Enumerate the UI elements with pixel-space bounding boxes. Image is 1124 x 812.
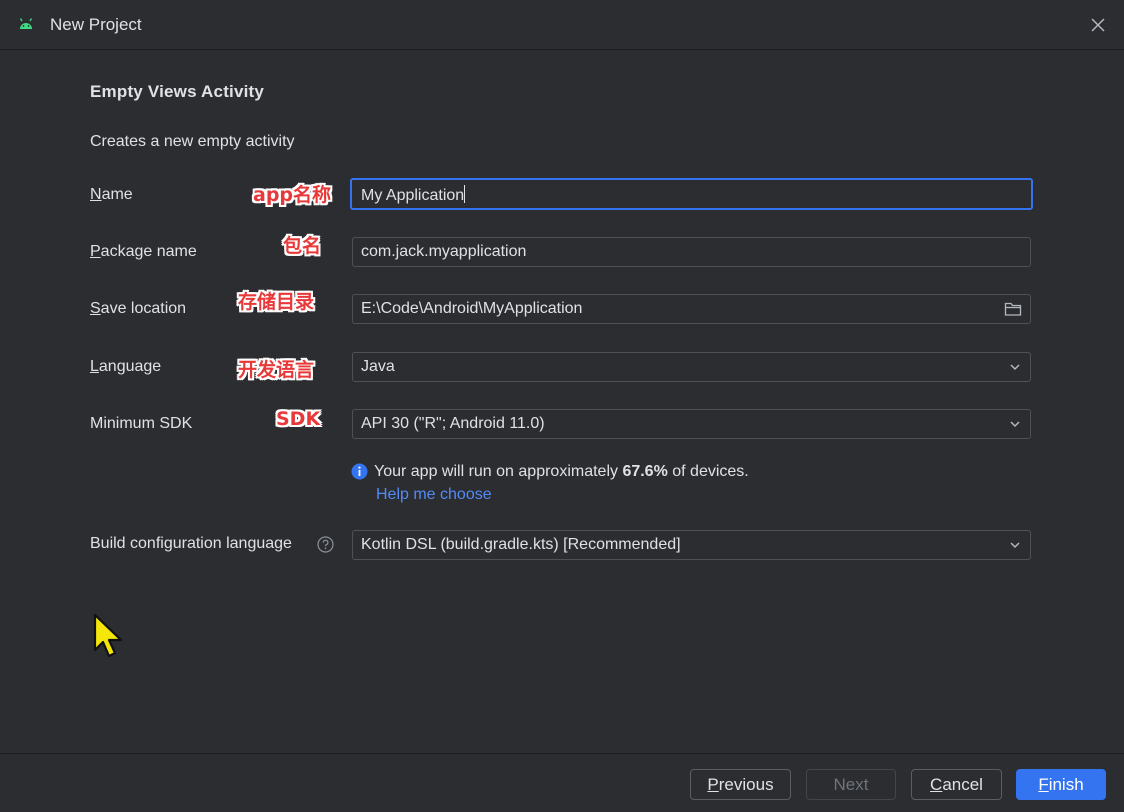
text-caret [464, 185, 466, 203]
build-config-label: Build configuration language [90, 535, 292, 552]
previous-rest: revious [718, 775, 774, 794]
coverage-percent: 67.6% [622, 463, 668, 480]
package-name-value: com.jack.myapplication [361, 243, 527, 260]
package-name-label: Package name [90, 243, 197, 261]
folder-icon[interactable] [1004, 301, 1022, 317]
language-annotation: 开发语言 [238, 359, 315, 381]
save-location-label-mnemonic: S [90, 300, 101, 317]
language-label: Language [90, 358, 161, 376]
coverage-suffix: of devices. [667, 463, 749, 480]
build-config-select[interactable]: Kotlin DSL (build.gradle.kts) [Recommend… [352, 530, 1031, 560]
language-label-mnemonic: L [90, 358, 99, 375]
language-select[interactable]: Java [352, 352, 1031, 382]
package-name-input[interactable]: com.jack.myapplication [352, 237, 1031, 267]
chevron-down-icon [1010, 421, 1020, 428]
title-bar: New Project [0, 0, 1124, 50]
package-label-rest: ackage name [100, 243, 197, 260]
save-location-label: Save location [90, 300, 186, 318]
sdk-annotation: SDK [276, 408, 321, 430]
package-annotation: 包名 [283, 235, 322, 257]
help-me-choose-link[interactable]: Help me choose [376, 486, 492, 504]
package-label-mnemonic: P [90, 243, 101, 260]
cancel-mnemonic: C [930, 775, 943, 794]
help-question-icon[interactable] [317, 536, 334, 553]
info-icon [351, 463, 368, 480]
device-coverage-text: Your app will run on approximately 67.6%… [374, 463, 749, 481]
name-label: Name [90, 186, 133, 204]
window-title: New Project [50, 15, 142, 34]
previous-button[interactable]: Previous [690, 769, 791, 800]
language-label-rest: anguage [98, 358, 162, 375]
save-location-input[interactable]: E:\Code\Android\MyApplication [352, 294, 1031, 324]
page-heading: Empty Views Activity [90, 82, 265, 101]
cancel-button[interactable]: Cancel [911, 769, 1002, 800]
language-value: Java [361, 358, 395, 375]
close-icon[interactable] [1089, 16, 1107, 34]
coverage-prefix: Your app will run on approximately [374, 463, 623, 480]
save-location-value: E:\Code\Android\MyApplication [361, 300, 583, 317]
finish-button[interactable]: Finish [1016, 769, 1106, 800]
next-button[interactable]: Next [806, 769, 896, 800]
android-icon [19, 18, 33, 29]
minimum-sdk-value: API 30 ("R"; Android 11.0) [361, 415, 545, 432]
mouse-pointer-icon [93, 613, 123, 658]
finish-rest: inish [1048, 775, 1084, 794]
name-input-value: My Application [361, 187, 465, 204]
page-description: Creates a new empty activity [90, 133, 295, 150]
name-annotation: app名称 [253, 184, 332, 206]
name-label-rest: ame [101, 186, 133, 203]
name-input[interactable]: My Application [350, 178, 1033, 210]
minimum-sdk-select[interactable]: API 30 ("R"; Android 11.0) [352, 409, 1031, 439]
build-config-value: Kotlin DSL (build.gradle.kts) [Recommend… [361, 536, 681, 553]
chevron-down-icon [1010, 542, 1020, 549]
minimum-sdk-label: Minimum SDK [90, 415, 193, 432]
save-location-annotation: 存储目录 [238, 291, 315, 313]
name-label-mnemonic: N [90, 186, 102, 203]
save-location-label-rest: ave location [100, 300, 187, 317]
chevron-down-icon [1010, 364, 1020, 371]
finish-mnemonic: F [1038, 775, 1049, 794]
previous-mnemonic: P [707, 775, 719, 794]
cancel-rest: ancel [942, 775, 983, 794]
